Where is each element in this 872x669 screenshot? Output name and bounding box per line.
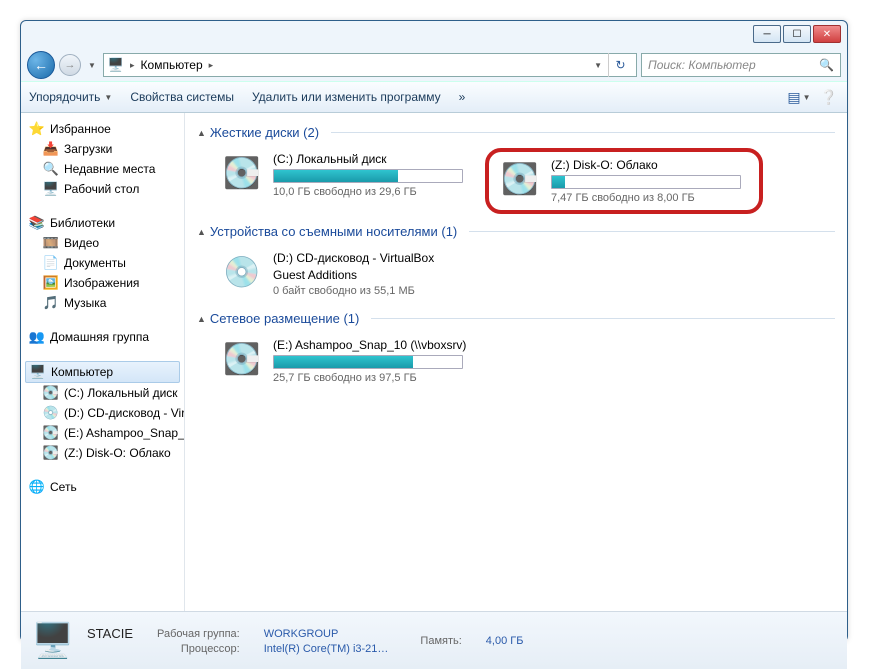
search-placeholder: Поиск: Компьютер: [648, 58, 756, 72]
hard-drive-icon: 💽: [221, 152, 263, 194]
network-drive-icon: 💽: [221, 338, 263, 380]
chevron-down-icon: ▼: [104, 93, 112, 102]
workgroup-value: WORKGROUP: [264, 628, 389, 640]
section-hard-drives[interactable]: ▲ Жесткие диски (2): [197, 125, 835, 140]
capacity-bar: [273, 355, 463, 369]
maximize-button[interactable]: ☐: [783, 25, 811, 43]
music-icon: 🎵: [43, 295, 59, 311]
sidebar-desktop[interactable]: 🖥️Рабочий стол: [21, 179, 184, 199]
refresh-button[interactable]: ↻: [608, 53, 632, 77]
drive-freespace: 25,7 ГБ свободно из 97,5 ГБ: [273, 372, 513, 384]
search-input[interactable]: Поиск: Компьютер 🔍: [641, 53, 841, 77]
collapse-icon: ▲: [197, 227, 206, 237]
explorer-window: ─ ☐ ✕ ← → ▼ 🖥️ ▸ Компьютер ▸ ▼ ↻ Поиск: …: [20, 20, 848, 642]
sidebar-drive-e[interactable]: 💽(E:) Ashampoo_Snap_10: [21, 423, 184, 443]
sidebar-videos[interactable]: 🎞️Видео: [21, 233, 184, 253]
help-button[interactable]: ❔: [819, 87, 839, 107]
sidebar-pictures[interactable]: 🖼️Изображения: [21, 273, 184, 293]
sidebar-downloads[interactable]: 📥Загрузки: [21, 139, 184, 159]
collapse-icon: ▲: [197, 128, 206, 138]
drive-d[interactable]: 💿 (D:) CD-дисковод - VirtualBox Guest Ad…: [217, 247, 467, 301]
computer-large-icon: 🖥️: [31, 619, 75, 663]
desktop-icon: 🖥️: [43, 181, 59, 197]
details-pane: 🖥️ STACIE Рабочая группа: WORKGROUP Проц…: [21, 611, 847, 669]
highlight-annotation: 💽 (Z:) Disk-O: Облако 7,47 ГБ свободно и…: [485, 148, 763, 214]
organize-button[interactable]: Упорядочить ▼: [29, 90, 112, 104]
breadcrumb-sep-icon[interactable]: ▸: [209, 60, 214, 71]
sidebar-libraries[interactable]: 📚Библиотеки: [21, 213, 184, 233]
cd-icon: 💿: [43, 405, 59, 421]
sidebar-drive-z[interactable]: 💽(Z:) Disk-O: Облако: [21, 443, 184, 463]
back-button[interactable]: ←: [27, 51, 55, 79]
sidebar-favorites[interactable]: ⭐Избранное: [21, 119, 184, 139]
downloads-icon: 📥: [43, 141, 59, 157]
capacity-bar: [273, 169, 463, 183]
view-options-button[interactable]: ▤▼: [789, 87, 809, 107]
network-drive-icon: 💽: [43, 425, 59, 441]
forward-button: →: [59, 54, 81, 76]
nav-history-dropdown[interactable]: ▼: [85, 54, 99, 76]
sidebar-recent[interactable]: 🔍Недавние места: [21, 159, 184, 179]
close-button[interactable]: ✕: [813, 25, 841, 43]
drive-label-line2: Guest Additions: [273, 268, 463, 282]
address-bar[interactable]: 🖥️ ▸ Компьютер ▸ ▼ ↻: [103, 53, 637, 77]
command-toolbar: Упорядочить ▼ Свойства системы Удалить и…: [21, 81, 847, 113]
network-icon: 🌐: [29, 479, 45, 495]
drive-z[interactable]: 💽 (Z:) Disk-O: Облако 7,47 ГБ свободно и…: [499, 158, 749, 204]
drive-label: (Z:) Disk-O: Облако: [551, 158, 749, 172]
drive-e[interactable]: 💽 (E:) Ashampoo_Snap_10 (\\vboxsrv) 25,7…: [217, 334, 517, 388]
content-area: ⭐Избранное 📥Загрузки 🔍Недавние места 🖥️Р…: [21, 113, 847, 611]
sidebar-music[interactable]: 🎵Музыка: [21, 293, 184, 313]
workgroup-label: Рабочая группа:: [157, 628, 240, 640]
memory-value: 4,00 ГБ: [486, 635, 524, 647]
uninstall-program-button[interactable]: Удалить или изменить программу: [252, 90, 441, 104]
system-properties-button[interactable]: Свойства системы: [130, 90, 234, 104]
collapse-icon: ▲: [197, 314, 206, 324]
breadcrumb-sep-icon: ▸: [130, 60, 135, 71]
sidebar-network[interactable]: 🌐Сеть: [21, 477, 184, 497]
capacity-bar: [551, 175, 741, 189]
drive-c[interactable]: 💽 (C:) Локальный диск 10,0 ГБ свободно и…: [217, 148, 467, 214]
video-icon: 🎞️: [43, 235, 59, 251]
drive-icon: 💽: [43, 385, 59, 401]
section-network[interactable]: ▲ Сетевое размещение (1): [197, 311, 835, 326]
computer-name: STACIE: [87, 626, 133, 641]
navigation-pane: ⭐Избранное 📥Загрузки 🔍Недавние места 🖥️Р…: [21, 113, 185, 611]
drive-icon: 💽: [43, 445, 59, 461]
sidebar-drive-c[interactable]: 💽(C:) Локальный диск: [21, 383, 184, 403]
sidebar-homegroup[interactable]: 👥Домашняя группа: [21, 327, 184, 347]
minimize-button[interactable]: ─: [753, 25, 781, 43]
section-removable[interactable]: ▲ Устройства со съемными носителями (1): [197, 224, 835, 239]
main-panel: ▲ Жесткие диски (2) 💽 (C:) Локальный дис…: [185, 113, 847, 611]
drive-freespace: 7,47 ГБ свободно из 8,00 ГБ: [551, 192, 749, 204]
drive-label: (C:) Локальный диск: [273, 152, 463, 166]
drive-label: (D:) CD-дисковод - VirtualBox: [273, 251, 463, 265]
computer-icon: 🖥️: [30, 364, 46, 380]
titlebar: ─ ☐ ✕: [21, 21, 847, 49]
memory-label: Память:: [420, 635, 461, 647]
libraries-icon: 📚: [29, 215, 45, 231]
navigation-bar: ← → ▼ 🖥️ ▸ Компьютер ▸ ▼ ↻ Поиск: Компью…: [21, 49, 847, 81]
drive-freespace: 10,0 ГБ свободно из 29,6 ГБ: [273, 186, 463, 198]
document-icon: 📄: [43, 255, 59, 271]
pictures-icon: 🖼️: [43, 275, 59, 291]
drive-freespace: 0 байт свободно из 55,1 МБ: [273, 285, 463, 297]
cpu-label: Процессор:: [157, 643, 240, 655]
cd-drive-icon: 💿: [221, 251, 263, 293]
homegroup-icon: 👥: [29, 329, 45, 345]
hard-drive-icon: 💽: [499, 158, 541, 200]
sidebar-computer[interactable]: 🖥️Компьютер: [25, 361, 180, 383]
recent-icon: 🔍: [43, 161, 59, 177]
computer-icon: 🖥️: [108, 57, 124, 73]
cpu-value: Intel(R) Core(TM) i3-21…: [264, 643, 389, 655]
star-icon: ⭐: [29, 121, 45, 137]
sidebar-documents[interactable]: 📄Документы: [21, 253, 184, 273]
toolbar-overflow[interactable]: »: [459, 90, 466, 104]
search-icon[interactable]: 🔍: [819, 58, 834, 72]
drive-label: (E:) Ashampoo_Snap_10 (\\vboxsrv): [273, 338, 513, 352]
address-dropdown-icon[interactable]: ▼: [594, 61, 602, 70]
address-text: Компьютер: [141, 58, 203, 72]
sidebar-drive-d[interactable]: 💿(D:) CD-дисковод - VirtualBox: [21, 403, 184, 423]
